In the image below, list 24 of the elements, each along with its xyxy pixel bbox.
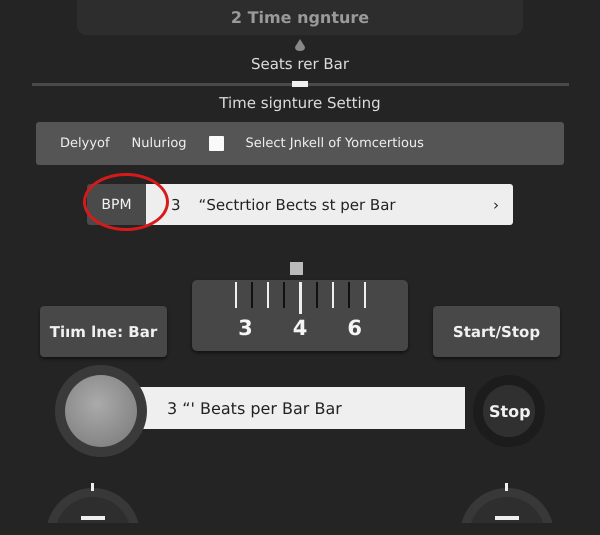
header-title: 2 Time ngnture — [77, 0, 523, 35]
ruler-number: 4 — [292, 316, 308, 340]
option-label: Delyyof — [60, 136, 110, 151]
start-stop-button[interactable]: Start/Stop — [433, 306, 560, 357]
chevron-icon: › — [493, 196, 499, 214]
beats-text: “Sectrtior Bects st per Bar — [198, 196, 397, 214]
stop-button[interactable]: Stop — [473, 375, 545, 447]
option-label: Nuluriog — [132, 136, 187, 151]
knob-icon[interactable] — [459, 483, 555, 523]
checkbox[interactable] — [208, 136, 224, 151]
knob-icon[interactable] — [45, 483, 141, 523]
ruler-number: 6 — [347, 316, 362, 340]
option-label: Select Jnkell of Yomcertious — [246, 136, 424, 151]
beats-slider[interactable] — [32, 83, 568, 86]
beats-field[interactable]: 3 “Sectrtior Bects st per Bar › — [146, 184, 513, 225]
section-title: Time signture Setting — [219, 94, 381, 112]
bpm-label: BPM — [87, 184, 146, 225]
beats-label: Seats rer Bar — [250, 55, 350, 73]
beats-value: 3 — [171, 196, 181, 214]
time-line-button[interactable]: Tiım lne: Bar — [40, 306, 167, 357]
pointer-icon — [294, 39, 306, 51]
ruler-marker[interactable] — [290, 262, 303, 275]
slider-thumb[interactable] — [292, 81, 308, 87]
ruler-number: 3 — [238, 316, 253, 340]
